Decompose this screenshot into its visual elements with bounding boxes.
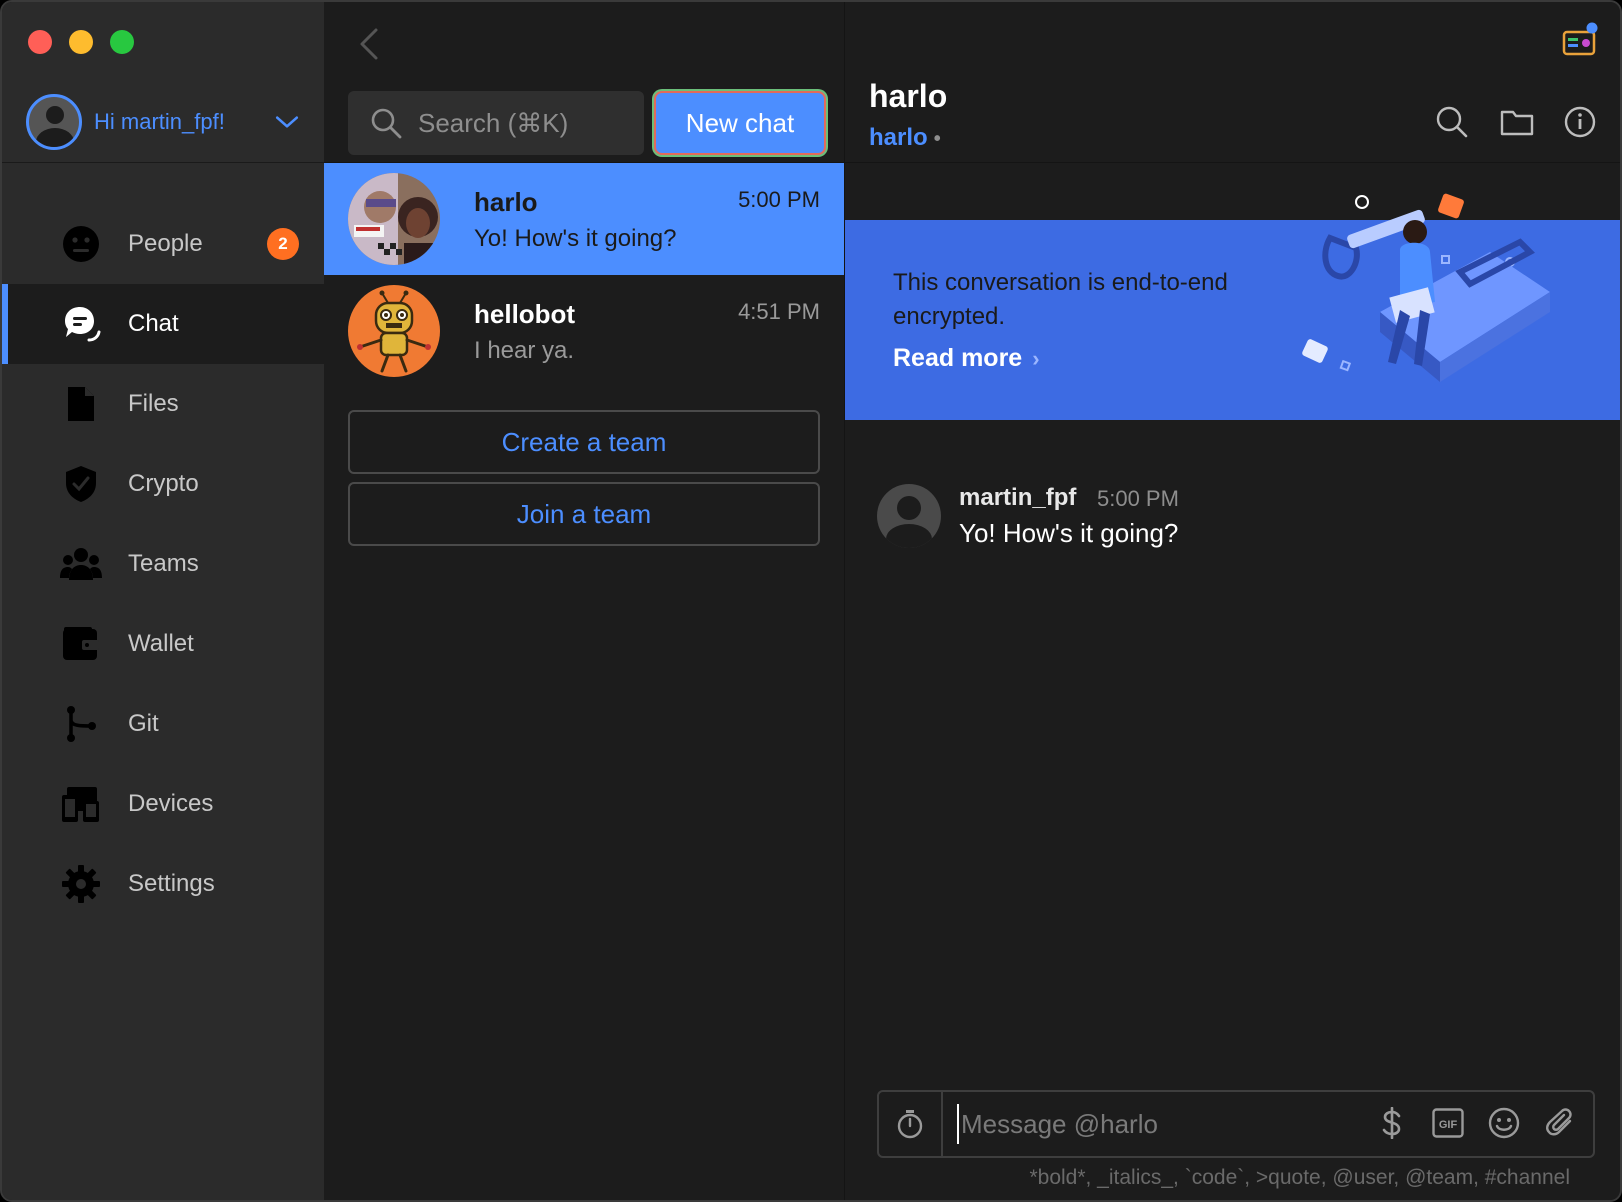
divider [845,162,1620,163]
sidebar-item-chat[interactable]: Chat [2,284,324,364]
sidebar-item-label: Wallet [128,630,194,657]
message-input[interactable] [957,1104,1357,1144]
chat-subtitle-user[interactable]: harlo [869,124,928,151]
user-avatar [26,94,82,150]
info-icon[interactable] [1564,106,1596,138]
back-arrow-icon[interactable] [354,26,384,62]
conversation-snippet: I hear ya. [474,337,575,364]
devices-icon [60,783,102,825]
folder-icon[interactable] [1500,106,1534,138]
sidebar-item-label: Files [128,390,179,417]
file-icon [60,383,102,425]
conversation-name: harlo [474,187,538,217]
sidebar-item-label: People [128,230,203,257]
new-chat-button[interactable]: New chat [654,91,826,155]
read-more-label: Read more [893,344,1023,372]
sidebar-item-crypto[interactable]: Crypto [2,444,324,524]
join-team-button[interactable]: Join a team [348,482,820,546]
composer-actions: GIF [1375,1106,1577,1140]
account-switcher[interactable]: Hi martin_fpf! [26,92,300,152]
message-composer: GIF [877,1090,1595,1158]
encryption-banner: This conversation is end-to-end encrypte… [845,193,1620,420]
app-window: Hi martin_fpf! People 2 Chat Files Crypt… [0,0,1622,1202]
gear-icon [60,863,102,905]
minimize-window-button[interactable] [69,30,93,54]
presence-dot: • [933,128,941,150]
conversation-time: 4:51 PM [738,299,820,324]
sidebar-item-teams[interactable]: Teams [2,524,324,604]
sidebar-item-label: Chat [128,310,179,337]
search-input[interactable]: Search (⌘K) [348,91,644,155]
chat-header-actions [1436,106,1596,138]
create-team-button[interactable]: Create a team [348,410,820,474]
sidebar-nav: People 2 Chat Files Crypto Teams Wallet … [2,204,324,924]
sidebar-item-settings[interactable]: Settings [2,844,324,924]
read-more-link[interactable]: Read more › [893,344,1040,373]
search-icon[interactable] [1436,106,1468,138]
avatar[interactable] [877,484,941,548]
message-text: Yo! How's it going? [959,518,1179,548]
sidebar-item-people[interactable]: People 2 [2,204,324,284]
sidebar-item-label: Git [128,710,159,737]
chat-subtitle[interactable]: harlo • [869,124,941,152]
search-icon [371,108,402,139]
sidebar-item-label: Settings [128,870,215,897]
window-controls [28,30,134,54]
message-time: 5:00 PM [1097,486,1179,511]
dollar-icon[interactable] [1375,1106,1409,1140]
sidebar-item-files[interactable]: Files [2,364,324,444]
gif-icon[interactable]: GIF [1431,1106,1465,1140]
chat-title: harlo [869,78,948,114]
chevron-down-icon[interactable] [274,109,300,135]
paperclip-icon[interactable] [1543,1106,1577,1140]
chevron-right-icon: › [1032,346,1040,371]
notification-radio-icon[interactable] [1562,22,1598,58]
conversation-time: 5:00 PM [738,187,820,212]
avatar [348,285,440,377]
stopwatch-icon [897,1110,923,1139]
sidebar-item-label: Devices [128,790,214,817]
people-face-icon [60,223,102,265]
conversation-name: hellobot [474,299,576,329]
conversation-item-harlo[interactable]: harlo 5:00 PM Yo! How's it going? [324,163,844,275]
chat-area: harlo harlo • This conversation is end-to… [844,2,1620,1200]
sidebar-item-label: Crypto [128,470,199,497]
emoji-icon[interactable] [1487,1106,1521,1140]
sidebar-divider [2,162,324,163]
notification-badge: 2 [267,228,299,260]
sidebar-item-git[interactable]: Git [2,684,324,764]
message-author[interactable]: martin_fpf [959,484,1076,512]
search-placeholder: Search (⌘K) [418,107,569,138]
encryption-illustration [1302,193,1550,382]
conversation-item-hellobot[interactable]: hellobot 4:51 PM I hear ya. [324,275,844,387]
sidebar-item-wallet[interactable]: Wallet [2,604,324,684]
chat-bubble-icon [60,303,102,345]
wallet-icon [60,623,102,665]
user-greeting: Hi martin_fpf! [94,109,225,134]
teams-icon [60,543,102,585]
sidebar: Hi martin_fpf! People 2 Chat Files Crypt… [2,2,324,1200]
conversation-panel: Search (⌘K) New chat harlo 5:00 PM Yo! H… [324,2,844,1200]
exploding-timer-button[interactable] [879,1092,943,1156]
git-branch-icon [60,703,102,745]
sidebar-item-devices[interactable]: Devices [2,764,324,844]
maximize-window-button[interactable] [110,30,134,54]
encryption-banner-text: This conversation is end-to-end encrypte… [893,269,1228,330]
gif-icon-label: GIF [1439,1119,1458,1131]
conversation-snippet: Yo! How's it going? [474,225,677,252]
formatting-hint: *bold*, _italics_, `code`, >quote, @user… [1029,1166,1570,1189]
sidebar-item-label: Teams [128,550,199,577]
close-window-button[interactable] [28,30,52,54]
avatar [348,173,440,265]
shield-icon [60,463,102,505]
